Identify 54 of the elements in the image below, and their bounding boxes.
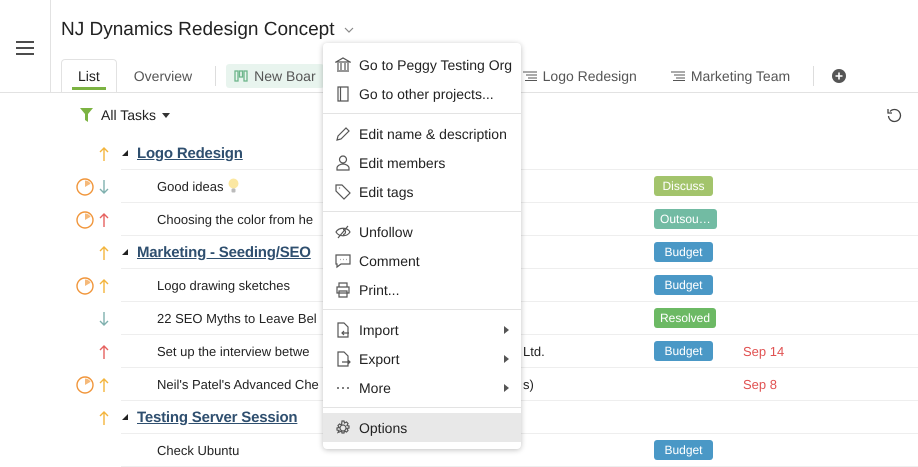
menu-item[interactable]: Comment — [323, 246, 521, 275]
caret-icon[interactable] — [162, 112, 170, 118]
refresh-icon[interactable] — [887, 108, 902, 122]
project-title: NJ Dynamics Redesign Concept — [61, 18, 335, 40]
tab[interactable]: New Boar — [226, 64, 324, 88]
menu-item[interactable]: Unfollow — [323, 217, 521, 246]
due-date: Sep 8 — [743, 376, 777, 392]
task-title[interactable]: Logo drawing sketches — [157, 278, 290, 292]
menu-item[interactable]: Options — [323, 413, 521, 442]
import-icon — [335, 322, 351, 338]
collapse-icon[interactable] — [122, 249, 128, 255]
menu-item[interactable]: Edit members — [323, 148, 521, 177]
settings-icon — [335, 420, 351, 436]
board-icon — [234, 70, 248, 82]
filter-dropdown[interactable]: All Tasks — [99, 107, 156, 123]
task-title[interactable]: Good ideas — [157, 178, 224, 194]
menu-item[interactable]: Go to Peggy Testing Org — [323, 50, 521, 79]
pencil-icon — [335, 126, 351, 142]
task-title[interactable]: Choosing the color from he — [157, 212, 314, 226]
person-icon — [335, 154, 351, 170]
menu-item[interactable]: Edit tags — [323, 177, 521, 206]
tab[interactable]: List — [61, 59, 117, 92]
task-title[interactable]: Ltd. — [523, 344, 654, 358]
menu-icon[interactable] — [16, 41, 34, 55]
menu-item[interactable]: Export — [323, 344, 521, 373]
task-title[interactable]: s) — [523, 376, 654, 392]
eye-slash-icon — [335, 224, 351, 240]
task-title[interactable]: Set up the interview betwe — [157, 344, 310, 358]
tab[interactable]: Marketing Team — [654, 59, 808, 92]
tag-icon — [335, 184, 351, 200]
menu-item[interactable]: Go to other projects... — [323, 79, 521, 108]
comment-icon — [335, 252, 351, 268]
task-title[interactable]: Check Ubuntu — [157, 442, 240, 458]
printer-icon — [335, 282, 351, 298]
section-link[interactable]: Logo Redesign — [137, 144, 243, 162]
menu-item[interactable]: Edit name & description — [323, 119, 521, 148]
section-link[interactable]: Marketing - Seeding/SEO — [137, 244, 311, 260]
list-icon — [670, 71, 685, 81]
section-link[interactable]: Testing Server Session — [137, 408, 298, 426]
task-title[interactable]: 22 SEO Myths to Leave Bel — [157, 310, 317, 326]
bank-icon — [335, 56, 351, 72]
list-icon — [522, 71, 537, 81]
export-icon — [335, 350, 351, 366]
add-icon[interactable] — [832, 68, 846, 82]
collapse-icon[interactable] — [122, 150, 128, 156]
menu-item[interactable]: Print... — [323, 275, 521, 304]
menu-item[interactable]: More — [323, 373, 521, 402]
chevron-icon[interactable] — [344, 26, 354, 32]
menu-item[interactable]: Import — [323, 315, 521, 344]
book-icon — [335, 86, 351, 102]
task-title[interactable]: Neil's Patel's Advanced Che — [157, 376, 319, 392]
due-date: Sep 14 — [743, 344, 784, 358]
tab[interactable]: Overview — [116, 59, 210, 92]
collapse-icon[interactable] — [122, 414, 128, 420]
